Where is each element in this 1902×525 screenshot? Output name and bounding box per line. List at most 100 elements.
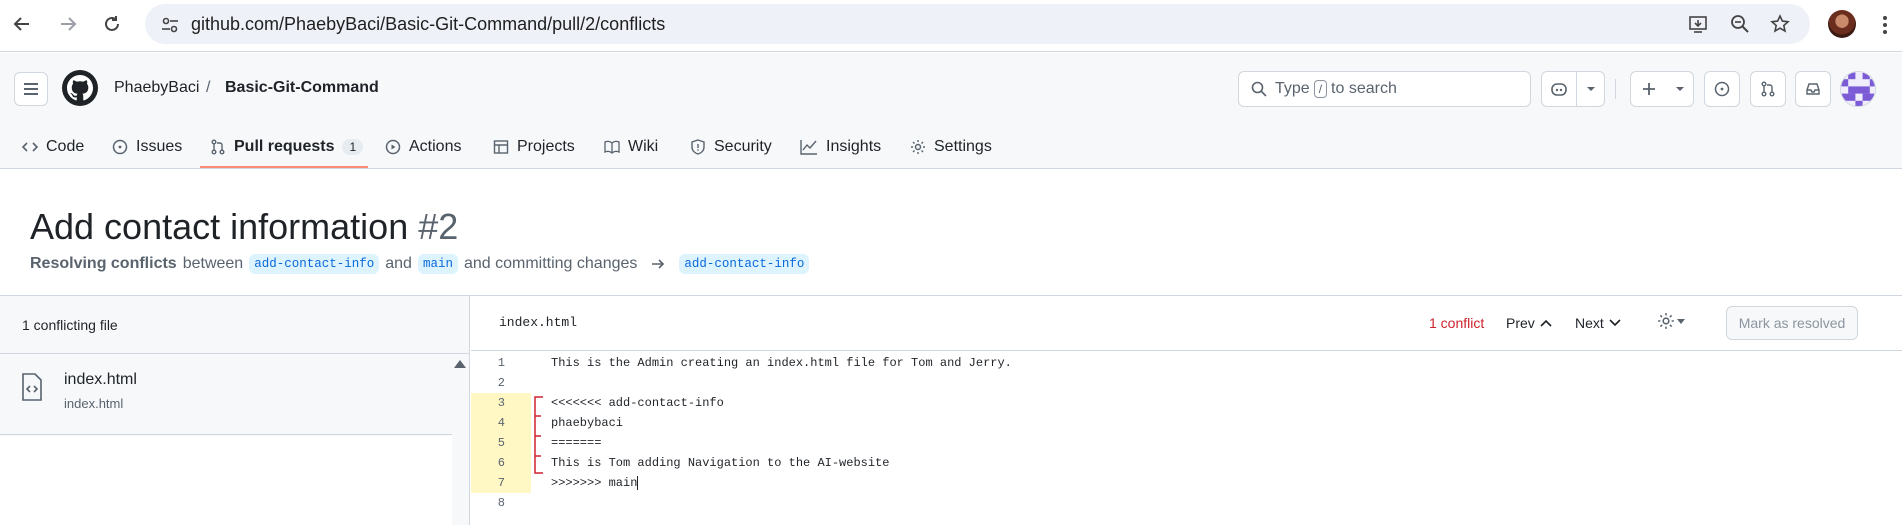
mark-as-resolved-button[interactable]: Mark as resolved — [1726, 306, 1858, 340]
plus-icon[interactable] — [1631, 82, 1666, 96]
reload-icon[interactable] — [96, 8, 128, 40]
tab-label: Pull requests — [234, 138, 335, 155]
pull-requests-button[interactable] — [1750, 71, 1786, 107]
conflicting-files-header: 1 conflicting file — [0, 296, 469, 354]
line-number: 8 — [497, 496, 505, 510]
next-conflict-button[interactable]: Next — [1575, 315, 1621, 331]
code-line[interactable]: 1 This is the Admin creating an index.ht… — [471, 353, 1902, 373]
page-title: Add contact information #2 — [30, 206, 458, 248]
tab-wiki[interactable]: Wiki — [604, 125, 658, 169]
site-info-icon[interactable] — [159, 14, 181, 36]
profile-icon[interactable] — [1828, 10, 1856, 38]
tab-label: Code — [46, 138, 85, 155]
chevron-down-icon — [1609, 319, 1621, 327]
code-icon — [22, 139, 38, 155]
file-list-empty-area — [0, 436, 452, 525]
tab-actions[interactable]: Actions — [385, 125, 461, 169]
line-number: 5 — [471, 433, 531, 453]
gear-icon — [1657, 312, 1675, 330]
tab-projects[interactable]: Projects — [493, 125, 575, 169]
code-lines[interactable]: 1 This is the Admin creating an index.ht… — [471, 353, 1902, 513]
breadcrumb-owner[interactable]: PhaebyBaci — [114, 79, 199, 97]
zoom-icon[interactable] — [1729, 13, 1751, 35]
tab-security[interactable]: Security — [690, 125, 772, 169]
create-new-button[interactable] — [1630, 71, 1694, 107]
github-logo-icon[interactable] — [62, 70, 98, 106]
address-bar[interactable]: github.com/PhaebyBaci/Basic-Git-Command/… — [145, 4, 1810, 44]
line-text[interactable]: This is the Admin creating an index.html… — [551, 353, 1012, 373]
repo-tabs: Code Issues Pull requests 1 Actions Proj… — [0, 125, 1902, 169]
editor-settings-button[interactable] — [1657, 312, 1685, 330]
head-branch-label[interactable]: add-contact-info — [249, 254, 380, 274]
chevron-down-icon[interactable] — [1577, 86, 1604, 92]
line-number: 4 — [471, 413, 531, 433]
line-text[interactable]: >>>>>>> main — [551, 476, 637, 490]
graph-icon — [800, 139, 818, 155]
scroll-up-arrow-icon[interactable] — [454, 360, 466, 368]
code-pane-header: index.html 1 conflict Prev Next Mark as … — [471, 296, 1902, 351]
copilot-icon[interactable] — [1542, 72, 1578, 106]
menu-kebab-icon[interactable] — [1875, 12, 1895, 38]
line-number: 2 — [497, 376, 505, 390]
pr-title-text: Add contact information — [30, 206, 409, 247]
tab-label: Wiki — [628, 138, 659, 155]
line-number: 6 — [471, 453, 531, 473]
bookmark-star-icon[interactable] — [1769, 13, 1791, 35]
chevron-down-icon[interactable] — [1666, 86, 1693, 92]
hamburger-menu-button[interactable] — [14, 72, 48, 106]
copilot-button[interactable] — [1541, 71, 1605, 107]
prev-conflict-button[interactable]: Prev — [1506, 315, 1552, 331]
shield-icon — [690, 139, 706, 155]
issues-button[interactable] — [1704, 71, 1740, 107]
conflict-line[interactable]: 3 <<<<<<< add-contact-info — [471, 393, 1902, 413]
editor-file-name: index.html — [499, 315, 578, 330]
line-text[interactable]: <<<<<<< add-contact-info — [551, 393, 724, 413]
search-input[interactable]: Type / to search — [1238, 71, 1531, 107]
caret-down-icon — [1677, 318, 1685, 324]
breadcrumb-repo[interactable]: Basic-Git-Command — [225, 79, 379, 97]
conflict-count: 1 conflict — [1429, 315, 1485, 331]
base-branch-label[interactable]: main — [417, 254, 458, 274]
code-pane: index.html 1 conflict Prev Next Mark as … — [471, 296, 1902, 525]
forward-icon[interactable] — [52, 8, 84, 40]
between-text: between — [182, 255, 244, 272]
header-divider — [1615, 79, 1616, 99]
tab-code[interactable]: Code — [22, 125, 84, 169]
text-cursor — [637, 475, 639, 490]
conflict-line[interactable]: 5 ======= — [471, 433, 1902, 453]
conflict-line[interactable]: 4 phaebybaci — [471, 413, 1902, 433]
search-icon — [1251, 81, 1267, 97]
conflicting-file-path: index.html — [64, 396, 124, 411]
line-text[interactable]: phaebybaci — [551, 413, 623, 433]
inbox-button[interactable] — [1795, 71, 1831, 107]
conflicting-file-item[interactable]: index.html index.html — [0, 355, 452, 435]
conflict-line[interactable]: 7 >>>>>>> main — [471, 473, 1902, 493]
issue-icon — [1714, 81, 1730, 97]
tab-label: Projects — [517, 138, 575, 155]
tab-settings[interactable]: Settings — [910, 125, 992, 169]
target-branch-label[interactable]: add-contact-info — [679, 254, 810, 274]
tab-issues[interactable]: Issues — [112, 125, 182, 169]
and-text: and — [385, 255, 412, 272]
line-number: 7 — [471, 473, 531, 493]
conflict-marker-bracket — [534, 396, 543, 474]
url-text[interactable]: github.com/PhaebyBaci/Basic-Git-Command/… — [191, 14, 665, 35]
back-icon[interactable] — [6, 8, 38, 40]
install-icon[interactable] — [1687, 13, 1709, 35]
conflict-line[interactable]: 6 This is Tom adding Navigation to the A… — [471, 453, 1902, 473]
line-text[interactable]: This is Tom adding Navigation to the AI-… — [551, 453, 889, 473]
line-text-with-cursor[interactable]: >>>>>>> main — [551, 473, 639, 493]
pull-request-icon — [1760, 81, 1776, 97]
tab-pull-requests[interactable]: Pull requests 1 — [210, 125, 364, 169]
search-placeholder-prefix: Type — [1275, 80, 1310, 97]
active-tab-indicator — [200, 166, 368, 168]
avatar[interactable] — [1840, 71, 1876, 107]
code-line[interactable]: 8 — [471, 493, 1902, 513]
code-line[interactable]: 2 — [471, 373, 1902, 393]
conflicting-file-name[interactable]: index.html — [64, 371, 137, 389]
conflict-editor: 1 conflicting file index.html index.html… — [0, 295, 1902, 525]
line-text[interactable]: ======= — [551, 433, 601, 453]
play-icon — [385, 139, 401, 155]
search-placeholder-suffix: to search — [1331, 80, 1397, 97]
tab-insights[interactable]: Insights — [800, 125, 881, 169]
